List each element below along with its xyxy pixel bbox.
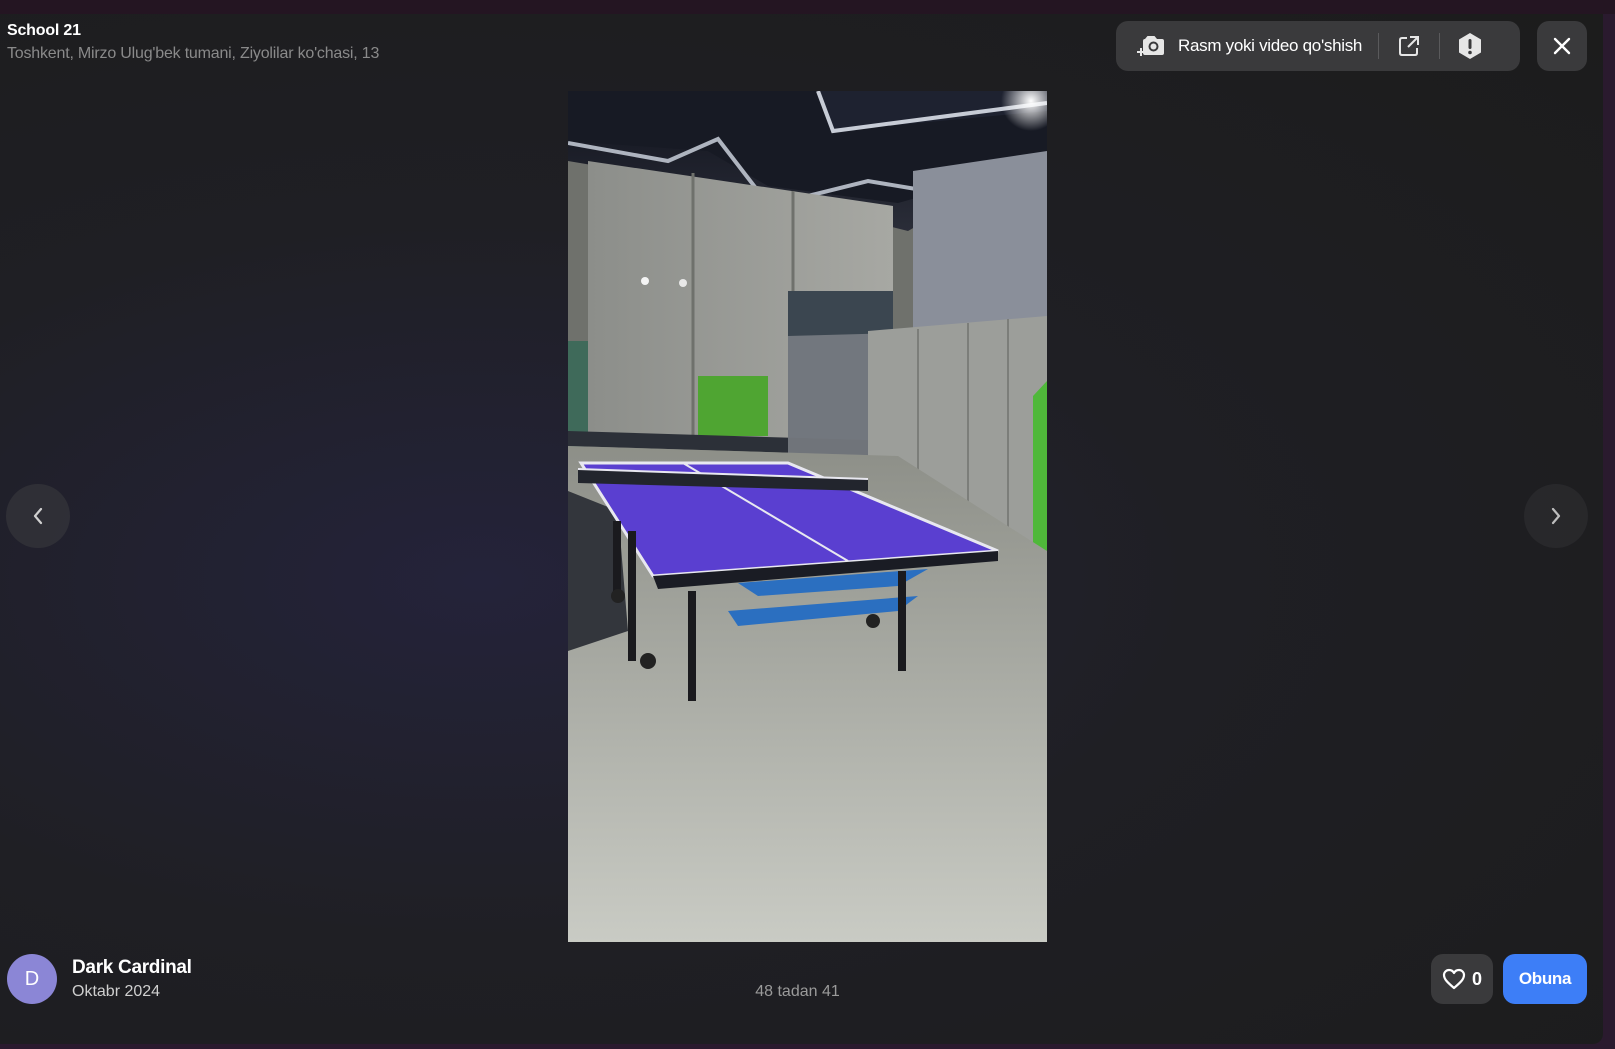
photo-author[interactable]: D Dark Cardinal Oktabr 2024 (7, 954, 192, 1004)
add-media-label: Rasm yoki video qo'shish (1178, 36, 1363, 55)
photo-date: Oktabr 2024 (72, 983, 161, 1000)
avatar[interactable]: D (7, 954, 57, 1004)
subscribe-button[interactable]: Obuna (1503, 954, 1587, 1004)
heart-icon (1442, 968, 1466, 990)
close-button[interactable] (1537, 21, 1587, 71)
author-name[interactable]: Dark Cardinal (72, 957, 192, 979)
place-address: Toshkent, Mirzo Ulug'bek tumani, Ziyolil… (7, 45, 380, 62)
camera-add-icon (1137, 36, 1164, 56)
share-button[interactable] (1379, 21, 1439, 71)
close-icon (1553, 37, 1571, 55)
add-media-button[interactable]: Rasm yoki video qo'shish (1116, 21, 1378, 71)
photo-counter: 48 tadan 41 (755, 983, 840, 1000)
previous-photo-button[interactable] (6, 484, 70, 548)
report-button[interactable] (1440, 21, 1500, 71)
like-count: 0 (1471, 968, 1482, 989)
place-title[interactable]: School 21 (7, 22, 81, 40)
like-button[interactable]: 0 (1431, 954, 1493, 1004)
chevron-left-icon (33, 507, 43, 525)
browser-top-strip (0, 0, 1615, 14)
photo-image (568, 91, 1047, 942)
report-icon (1459, 33, 1482, 59)
chevron-right-icon (1551, 507, 1561, 525)
photo-toolbar: Rasm yoki video qo'shish (1116, 21, 1520, 71)
next-photo-button[interactable] (1524, 484, 1588, 548)
external-link-icon (1399, 36, 1420, 56)
